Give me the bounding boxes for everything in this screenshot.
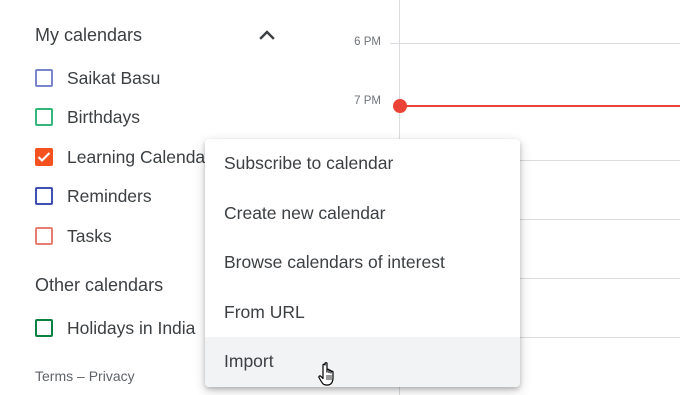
hour-line-6pm <box>390 43 680 44</box>
calendar-item-tasks[interactable]: Tasks <box>35 223 112 249</box>
calendar-checkbox[interactable] <box>35 69 53 87</box>
current-time-dot <box>393 99 407 113</box>
calendar-checkbox[interactable] <box>35 187 53 205</box>
chevron-up-icon <box>259 30 275 40</box>
calendar-label: Holidays in India <box>67 317 196 338</box>
menu-item-browse-interest[interactable]: Browse calendars of interest <box>205 238 520 288</box>
time-label-6pm: 6 PM <box>354 36 381 48</box>
current-time-line <box>400 105 680 107</box>
menu-item-from-url[interactable]: From URL <box>205 288 520 338</box>
calendar-label: Birthdays <box>67 106 140 127</box>
terms-link[interactable]: Terms <box>35 368 73 384</box>
calendar-label: Learning Calendar <box>67 146 211 167</box>
calendar-item-saikat-basu[interactable]: Saikat Basu <box>35 65 160 91</box>
privacy-link[interactable]: Privacy <box>89 368 135 384</box>
calendar-checkbox[interactable] <box>35 148 53 166</box>
footer-separator: – <box>77 368 85 384</box>
add-calendar-menu: Subscribe to calendar Create new calenda… <box>205 139 520 387</box>
calendar-item-holidays-in-india[interactable]: Holidays in India <box>35 315 195 341</box>
my-calendars-collapse-button[interactable] <box>256 24 278 46</box>
calendar-checkbox[interactable] <box>35 227 53 245</box>
menu-item-subscribe[interactable]: Subscribe to calendar <box>205 139 520 189</box>
calendar-label: Tasks <box>67 225 112 246</box>
hand-pointer-icon <box>318 362 334 386</box>
calendar-item-birthdays[interactable]: Birthdays <box>35 104 140 130</box>
my-calendars-header[interactable]: My calendars <box>35 25 142 46</box>
calendar-item-learning-calendar[interactable]: Learning Calendar <box>35 144 211 170</box>
calendar-page: 6 PM 7 PM My calendars Saikat Basu Birth… <box>0 0 680 395</box>
menu-item-create-new[interactable]: Create new calendar <box>205 189 520 239</box>
calendar-label: Saikat Basu <box>67 67 161 88</box>
calendar-checkbox[interactable] <box>35 108 53 126</box>
footer-links: Terms – Privacy <box>35 368 135 384</box>
calendar-checkbox[interactable] <box>35 319 53 337</box>
other-calendars-header[interactable]: Other calendars <box>35 275 163 296</box>
menu-item-import[interactable]: Import <box>205 337 520 387</box>
calendar-item-reminders[interactable]: Reminders <box>35 183 152 209</box>
check-icon <box>37 152 51 163</box>
calendar-label: Reminders <box>67 185 152 206</box>
time-label-7pm: 7 PM <box>354 95 381 107</box>
